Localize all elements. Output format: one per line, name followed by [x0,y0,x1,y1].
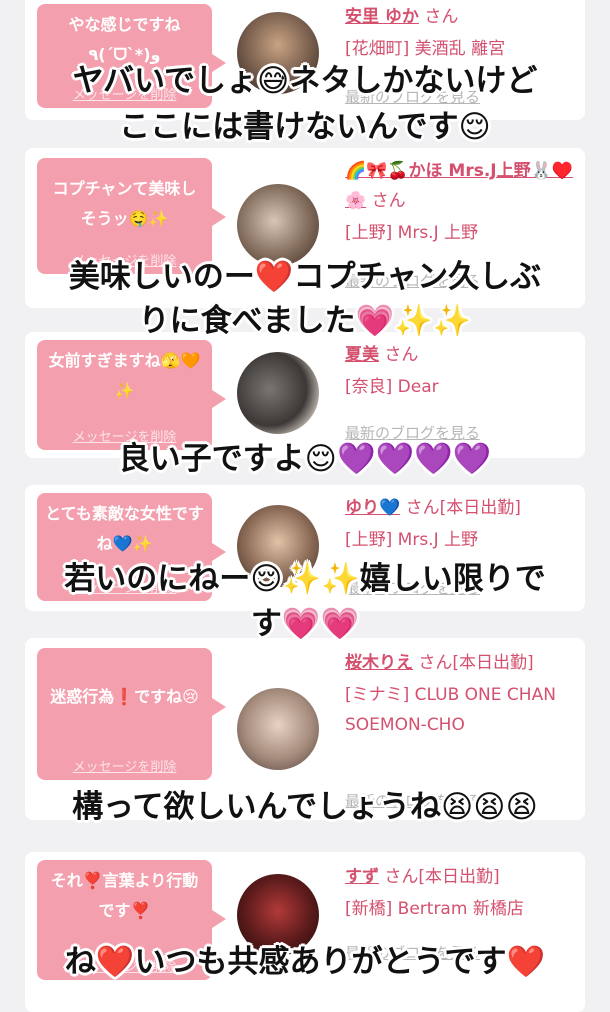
profile-info: 夏美 さん [奈良] Dear [345,340,577,402]
shop-label: [上野] Mrs.J 上野 [345,530,479,550]
profile-name-link[interactable]: 桜木りえ [345,653,413,673]
honorific: さん[本日出勤] [418,653,534,673]
message-card: やな感じですね ٩(ˊᗜˋ*)و メッセージを削除 安里 ゆか さん [花畑町]… [25,0,585,120]
profile-name-link[interactable]: ゆり💙 [345,498,400,518]
caption-overlay: 美味しいのー❤️コプチャン久しぶ [68,259,542,295]
caption-overlay: ここには書けないんです😌 [119,109,491,145]
profile-name-link[interactable]: 安里 ゆか [345,7,419,27]
honorific: さん [384,345,419,365]
profile-name-link[interactable]: すず [345,867,379,887]
caption-overlay: 構って欲しいんでしょうね😫😫😫 [72,789,538,825]
profile-info: すず さん[本日出勤] [新橋] Bertram 新橋店 [345,862,577,924]
caption-overlay: す💗💗 [250,606,360,642]
message-text: それ❣️言葉より行動です❣️ [50,871,199,920]
shop-label: [ミナミ] CLUB ONE CHAN SOEMON-CHO [345,685,556,735]
caption-overlay: ね❤️いつも共感ありがとうです❤️ [64,944,546,980]
caption-overlay: 若いのにねー😌✨✨嬉しい限りで [64,561,546,597]
honorific: さん [371,191,406,211]
message-text: 迷惑行為❗️ですね😢 [50,687,199,706]
delete-message-link[interactable]: メッセージを削除 [37,758,212,778]
honorific: さん [424,7,459,27]
caption-overlay: 良い子ですよ😌💜💜💜💜 [118,441,492,477]
message-bubble: 迷惑行為❗️ですね😢 メッセージを削除 [37,648,226,780]
shop-label: [奈良] Dear [345,377,439,397]
shop-label: [新橋] Bertram 新橋店 [345,899,524,919]
avatar[interactable] [237,352,319,434]
honorific: さん[本日出勤] [405,498,521,518]
message-bubble: 女前すぎますね🫣🧡✨ メッセージを削除 [37,340,226,450]
profile-info: 桜木りえ さん[本日出勤] [ミナミ] CLUB ONE CHAN SOEMON… [345,648,577,740]
shop-label: [上野] Mrs.J 上野 [345,223,479,243]
avatar[interactable] [237,184,319,266]
message-bubble: コプチャンて美味しそうッ🤤✨ メッセージを削除 [37,158,226,274]
profile-name-link[interactable]: 夏美 [345,345,379,365]
message-text: 女前すぎますね🫣🧡✨ [48,351,201,400]
caption-overlay: ヤバいでしょ😅ネタしかないけど [72,63,538,99]
message-text: コプチャンて美味しそうッ🤤✨ [52,179,197,228]
honorific: さん[本日出勤] [384,867,500,887]
shop-label: [花畑町] 美酒乱 離宮 [345,39,506,59]
profile-info: ゆり💙 さん[本日出勤] [上野] Mrs.J 上野 [345,493,577,555]
avatar[interactable] [237,688,319,770]
message-text: とても素敵な女性ですね💙✨ [45,504,204,553]
profile-info: 🌈🎀🍒かほ Mrs.J上野🐰♥️🌸 さん [上野] Mrs.J 上野 [345,156,577,248]
message-card: それ❣️言葉より行動です❣️ メッセージを削除 すず さん[本日出勤] [新橋]… [25,852,585,1012]
message-text: やな感じですね ٩(ˊᗜˋ*)و [68,15,181,64]
profile-info: 安里 ゆか さん [花畑町] 美酒乱 離宮 [345,2,577,64]
caption-overlay: りに食べました💗✨✨ [138,303,472,339]
